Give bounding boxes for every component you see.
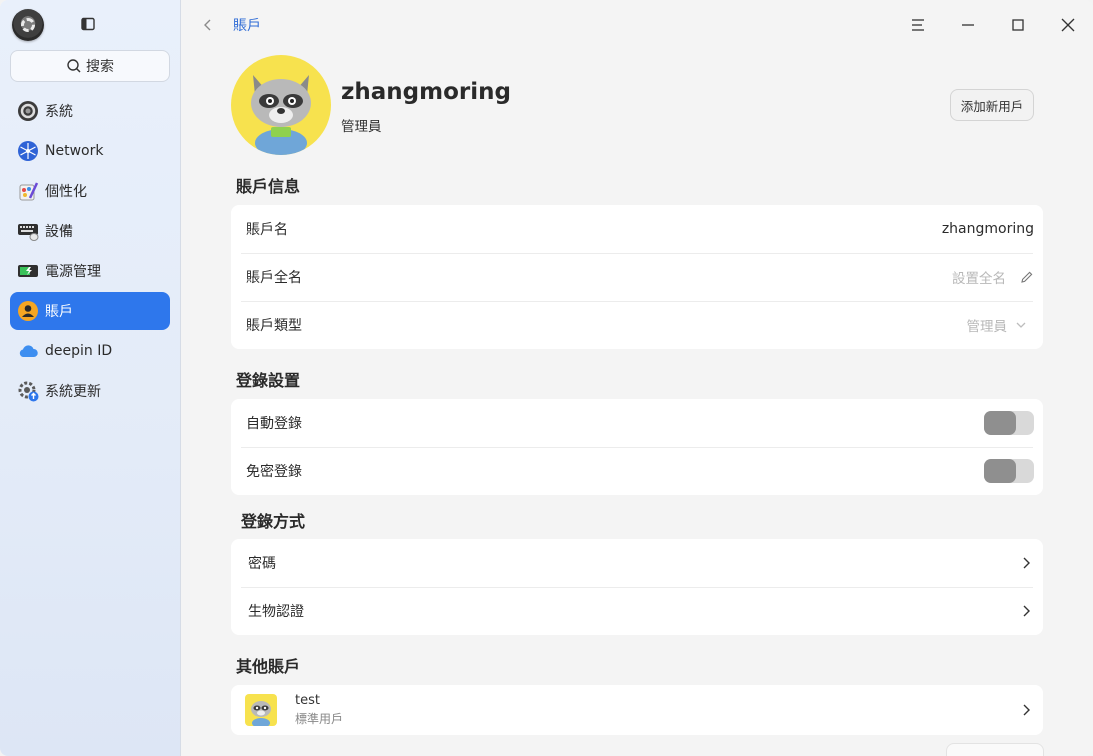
login-methods-card: 密碼 生物認證 bbox=[231, 539, 1043, 635]
search-input[interactable]: 搜索 bbox=[10, 50, 170, 82]
sidebar-item-label: 系統更新 bbox=[45, 384, 101, 400]
section-title-login-methods: 登錄方式 bbox=[241, 512, 306, 531]
account-info-card: 賬戶名 zhangmoring 賬戶全名 設置全名 賬戶類型 管理員 bbox=[231, 205, 1043, 349]
search-icon bbox=[67, 59, 81, 73]
sidebar-item-deepin-id[interactable]: deepin ID bbox=[10, 332, 170, 370]
system-icon bbox=[16, 99, 40, 123]
sidebar-item-label: 賬戶 bbox=[45, 304, 73, 320]
sidebar: 搜索 系統 Network 個性化 設備 電源管理 賬戶 deepin ID 系… bbox=[0, 0, 181, 756]
chevron-right-icon bbox=[1023, 557, 1030, 569]
back-arrow-icon[interactable] bbox=[199, 15, 217, 35]
row-label: 免密登錄 bbox=[246, 464, 302, 480]
other-user-type: 標準用戶 bbox=[295, 712, 344, 726]
username: zhangmoring bbox=[341, 79, 511, 105]
settings-window: 搜索 系統 Network 個性化 設備 電源管理 賬戶 deepin ID 系… bbox=[0, 0, 1093, 756]
auto-login-row: 自動登錄 bbox=[231, 399, 1043, 447]
sidebar-item-system[interactable]: 系統 bbox=[10, 92, 170, 130]
chevron-right-icon bbox=[1023, 605, 1030, 617]
section-title-account-info: 賬戶信息 bbox=[236, 177, 301, 196]
personalization-icon bbox=[16, 179, 40, 203]
section-title-other-accounts: 其他賬戶 bbox=[236, 657, 301, 676]
menu-icon[interactable] bbox=[907, 14, 929, 36]
chevron-down-icon bbox=[1016, 322, 1026, 328]
sidebar-toggle-icon[interactable] bbox=[81, 17, 95, 31]
chevron-right-icon bbox=[1023, 704, 1030, 716]
sidebar-item-label: 個性化 bbox=[45, 184, 87, 200]
edit-pencil-icon[interactable] bbox=[1020, 270, 1034, 284]
title-bar: 賬戶 bbox=[181, 0, 1093, 50]
account-name-row: 賬戶名 zhangmoring bbox=[231, 205, 1043, 253]
toggle-knob bbox=[984, 411, 1016, 435]
update-icon bbox=[16, 379, 40, 403]
minimize-icon[interactable] bbox=[957, 14, 979, 36]
account-type-value: 管理員 bbox=[966, 319, 1008, 335]
other-account-item[interactable]: test 標準用戶 bbox=[231, 685, 1043, 735]
nopass-login-toggle[interactable] bbox=[984, 459, 1034, 483]
row-label: 密碼 bbox=[248, 556, 276, 572]
delete-account-button-partial[interactable] bbox=[946, 743, 1044, 756]
biometric-row[interactable]: 生物認證 bbox=[231, 587, 1043, 635]
row-label: 賬戶名 bbox=[246, 222, 288, 238]
breadcrumb[interactable]: 賬戶 bbox=[233, 15, 261, 35]
toggle-knob bbox=[984, 459, 1016, 483]
sidebar-nav: 系統 Network 個性化 設備 電源管理 賬戶 deepin ID 系統更新 bbox=[10, 92, 170, 412]
login-settings-card: 自動登錄 免密登錄 bbox=[231, 399, 1043, 495]
sidebar-item-label: Network bbox=[45, 143, 104, 159]
row-label: 賬戶類型 bbox=[246, 318, 302, 334]
sidebar-item-update[interactable]: 系統更新 bbox=[10, 372, 170, 410]
account-type-select[interactable]: 管理員 bbox=[967, 301, 1028, 349]
sidebar-item-label: 設備 bbox=[45, 224, 73, 240]
search-placeholder: 搜索 bbox=[86, 59, 114, 75]
row-label: 賬戶全名 bbox=[246, 270, 302, 286]
other-accounts-card: test 標準用戶 bbox=[231, 685, 1043, 735]
maximize-icon[interactable] bbox=[1007, 14, 1029, 36]
cloud-icon bbox=[16, 339, 40, 363]
account-name-value: zhangmoring bbox=[941, 221, 1034, 237]
main-panel: 賬戶 zhangmoring 管理員 添加新用戶 賬戶信息 賬戶名 zhangm… bbox=[181, 0, 1093, 756]
profile-header: zhangmoring 管理員 添加新用戶 bbox=[231, 55, 1043, 155]
sidebar-item-label: deepin ID bbox=[45, 343, 113, 359]
device-icon bbox=[16, 219, 40, 243]
sidebar-item-network[interactable]: Network bbox=[10, 132, 170, 170]
account-type-row: 賬戶類型 管理員 bbox=[231, 301, 1043, 349]
user-avatar[interactable] bbox=[231, 55, 331, 155]
section-title-login-settings: 登錄設置 bbox=[236, 371, 301, 390]
other-user-avatar bbox=[245, 694, 277, 726]
sidebar-item-power[interactable]: 電源管理 bbox=[10, 252, 170, 290]
account-icon bbox=[16, 299, 40, 323]
sidebar-item-label: 系統 bbox=[45, 104, 73, 120]
add-user-button[interactable]: 添加新用戶 bbox=[950, 89, 1034, 121]
sidebar-item-device[interactable]: 設備 bbox=[10, 212, 170, 250]
network-icon bbox=[16, 139, 40, 163]
user-type: 管理員 bbox=[341, 119, 382, 135]
auto-login-toggle[interactable] bbox=[984, 411, 1034, 435]
fullname-placeholder[interactable]: 設置全名 bbox=[952, 267, 1006, 287]
account-fullname-row: 賬戶全名 設置全名 bbox=[231, 253, 1043, 301]
password-row[interactable]: 密碼 bbox=[231, 539, 1043, 587]
sidebar-item-label: 電源管理 bbox=[45, 264, 101, 280]
close-icon[interactable] bbox=[1057, 14, 1079, 36]
row-label: 自動登錄 bbox=[246, 416, 302, 432]
nopass-login-row: 免密登錄 bbox=[231, 447, 1043, 495]
row-label: 生物認證 bbox=[248, 604, 304, 620]
other-user-name: test bbox=[295, 693, 320, 708]
sidebar-item-account[interactable]: 賬戶 bbox=[10, 292, 170, 330]
settings-app-icon bbox=[12, 9, 44, 41]
power-icon bbox=[16, 259, 40, 283]
sidebar-item-personalization[interactable]: 個性化 bbox=[10, 172, 170, 210]
